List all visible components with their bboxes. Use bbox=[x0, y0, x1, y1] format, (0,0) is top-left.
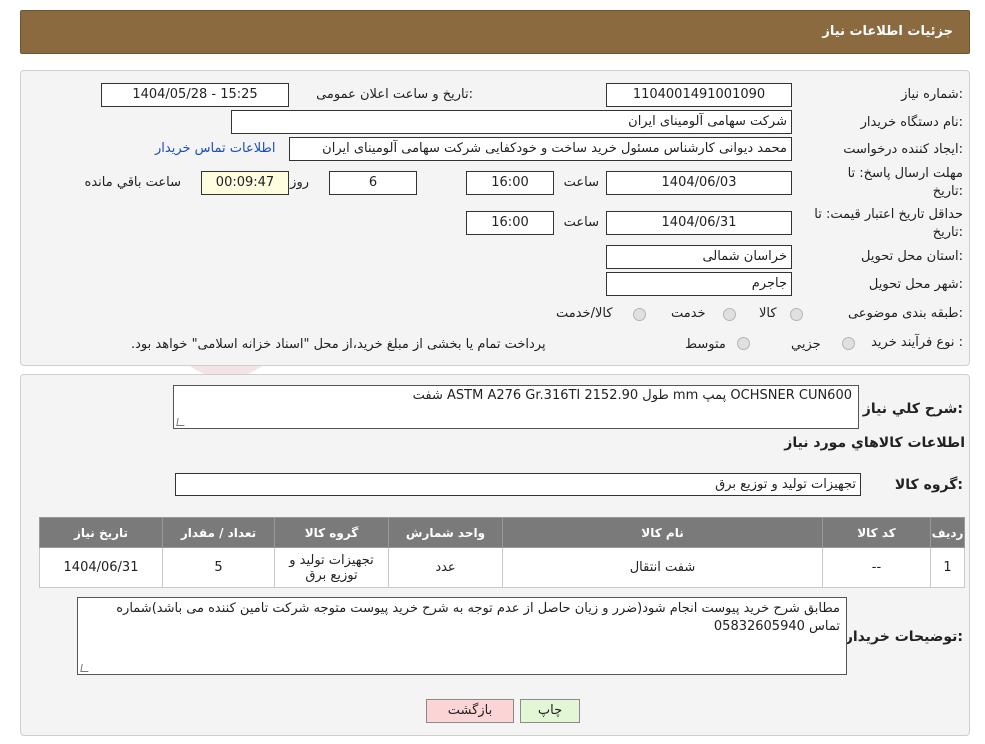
category-service-label: خدمت bbox=[671, 306, 706, 321]
days-field: 6 bbox=[329, 171, 417, 195]
resize-handle-icon[interactable] bbox=[176, 418, 186, 426]
cell-quantity: 5 bbox=[162, 547, 275, 588]
summary-label: شرح کلي نياز: bbox=[862, 401, 963, 417]
reply-deadline-label-1: مهلت ارسال پاسخ: تا bbox=[847, 166, 963, 181]
category-service-radio[interactable] bbox=[723, 308, 736, 321]
process-minor-label: جزیي bbox=[791, 337, 821, 352]
validity-label-1: حداقل تاریخ اعتبار قیمت: تا bbox=[814, 207, 963, 222]
col-date: تاریخ نیاز bbox=[39, 517, 163, 548]
col-code: کد کالا bbox=[822, 517, 931, 548]
reply-deadline-label-2: تاریخ: bbox=[932, 184, 963, 199]
province-label: استان محل تحویل: bbox=[861, 249, 963, 264]
creator-label: ایجاد کننده درخواست: bbox=[843, 142, 963, 157]
process-minor-radio[interactable] bbox=[842, 337, 855, 350]
announce-label: تاریخ و ساعت اعلان عمومی: bbox=[316, 87, 473, 102]
validity-date-field: 1404/06/31 bbox=[606, 211, 792, 235]
col-name: نام کالا bbox=[502, 517, 823, 548]
validity-time-field: 16:00 bbox=[466, 211, 554, 235]
cell-name: شفت انتقال bbox=[502, 547, 823, 588]
cell-group: تجهیزات تولید و توزیع برق bbox=[274, 547, 389, 588]
buyer-notes-label: توضیحات خریدار: bbox=[844, 629, 963, 645]
buyer-org-label: نام دستگاه خریدار: bbox=[860, 115, 963, 130]
validity-time-label: ساعت bbox=[563, 215, 599, 230]
goods-group-label: گروه کالا: bbox=[894, 477, 963, 493]
announce-field: 1404/05/28 - 15:25 bbox=[101, 83, 289, 107]
goods-panel: شرح کلي نياز: شفت ASTM A276 Gr.316TI طول… bbox=[20, 374, 970, 736]
reply-date-field: 1404/06/03 bbox=[606, 171, 792, 195]
cell-code: -- bbox=[822, 547, 931, 588]
creator-field: محمد دیوانی کارشناس مسئول خرید ساخت و خو… bbox=[289, 137, 792, 161]
col-quantity: تعداد / مقدار bbox=[162, 517, 275, 548]
col-row: ردیف bbox=[930, 517, 965, 548]
category-label: طبقه بندی موضوعی: bbox=[847, 306, 963, 321]
process-medium-label: متوسط bbox=[685, 337, 726, 352]
cell-row: 1 bbox=[930, 547, 965, 588]
print-button[interactable]: چاپ bbox=[520, 699, 580, 723]
city-field: جاجرم bbox=[606, 272, 792, 296]
remaining-time-field: 00:09:47 bbox=[201, 171, 289, 195]
cell-date: 1404/06/31 bbox=[39, 547, 163, 588]
table-header-row: ردیف کد کالا نام کالا واحد شمارش گروه کا… bbox=[39, 517, 965, 548]
col-unit: واحد شمارش bbox=[388, 517, 503, 548]
process-label: نوع فرآیند خرید : bbox=[871, 335, 963, 350]
goods-section-title: اطلاعات کالاهاي مورد نياز bbox=[784, 435, 965, 451]
category-goods-radio[interactable] bbox=[790, 308, 803, 321]
page-title: جزئیات اطلاعات نیاز bbox=[822, 24, 953, 39]
table-row[interactable]: 1 -- شفت انتقال عدد تجهیزات تولید و توزی… bbox=[39, 547, 965, 588]
buyer-org-field: شرکت سهامی آلومینای ایران bbox=[231, 110, 792, 134]
buyer-notes-textarea[interactable]: مطابق شرح خرید پیوست انجام شود(ضرر و زیا… bbox=[77, 597, 847, 675]
goods-table: ردیف کد کالا نام کالا واحد شمارش گروه کا… bbox=[39, 517, 965, 588]
reply-time-field: 16:00 bbox=[466, 171, 554, 195]
cell-unit: عدد bbox=[388, 547, 503, 588]
resize-handle-icon[interactable] bbox=[80, 664, 90, 672]
col-group: گروه کالا bbox=[274, 517, 389, 548]
process-note: پرداخت تمام یا بخشی از مبلغ خرید،از محل … bbox=[131, 337, 546, 352]
buyer-notes-text: مطابق شرح خرید پیوست انجام شود(ضرر و زیا… bbox=[116, 601, 840, 634]
goods-group-field: تجهیزات تولید و توزیع برق bbox=[175, 473, 861, 496]
need-number-field: 1104001491001090 bbox=[606, 83, 792, 107]
category-both-label: کالا/خدمت bbox=[556, 306, 613, 321]
page-header: جزئیات اطلاعات نیاز bbox=[20, 10, 970, 54]
buyer-contact-link[interactable]: اطلاعات تماس خریدار bbox=[155, 141, 275, 156]
category-both-radio[interactable] bbox=[633, 308, 646, 321]
need-number-label: شماره نیاز: bbox=[901, 87, 963, 102]
process-medium-radio[interactable] bbox=[737, 337, 750, 350]
back-button[interactable]: بازگشت bbox=[426, 699, 514, 723]
reply-time-label: ساعت bbox=[563, 175, 599, 190]
summary-textarea[interactable]: شفت ASTM A276 Gr.316TI طول 2152.90 mm پم… bbox=[173, 385, 859, 429]
summary-text: شفت ASTM A276 Gr.316TI طول 2152.90 mm پم… bbox=[412, 388, 852, 403]
province-field: خراسان شمالی bbox=[606, 245, 792, 269]
validity-label-2: تاریخ: bbox=[932, 225, 963, 240]
remaining-time-label: ساعت باقي مانده bbox=[84, 175, 181, 190]
city-label: شهر محل تحویل: bbox=[868, 277, 963, 292]
category-goods-label: کالا bbox=[759, 306, 777, 321]
need-info-panel: شماره نیاز: 1104001491001090 تاریخ و ساع… bbox=[20, 70, 970, 366]
